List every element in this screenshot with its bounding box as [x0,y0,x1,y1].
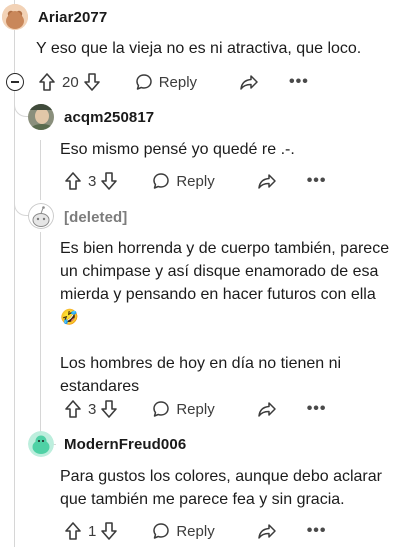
more-options-icon[interactable]: ••• [307,400,327,418]
comment-actions: 1 Reply ••• [64,519,327,543]
share-icon[interactable] [257,172,277,190]
comment-actions: 3 Reply ••• [64,169,327,193]
upvote-icon[interactable] [38,72,56,92]
more-options-icon[interactable]: ••• [307,522,327,540]
comment-author[interactable]: Ariar2077 [38,9,107,26]
share-icon[interactable] [239,73,259,91]
green-avatar-icon[interactable] [28,431,54,457]
share-icon[interactable] [257,522,277,540]
reply-button[interactable]: Reply [152,172,215,190]
comment-bubble-icon [153,401,170,417]
downvote-icon[interactable] [83,72,101,92]
photo-avatar-icon[interactable] [28,104,54,130]
brown-avatar-icon[interactable] [2,4,28,30]
upvote-icon[interactable] [64,171,82,191]
more-options-icon[interactable]: ••• [289,73,309,91]
comment-body: Es bien horrenda y de cuerpo también, pa… [60,240,390,395]
reply-label: Reply [158,73,198,91]
thread-line-level2 [40,232,41,426]
comment-author[interactable]: acqm250817 [64,109,154,126]
reply-label: Reply [176,522,215,540]
upvote-icon[interactable] [64,521,82,541]
reply-button[interactable]: Reply [152,400,215,418]
comment-body: Y eso que la vieja no es ni atractiva, q… [36,40,362,57]
comment-bubble-icon [153,173,170,189]
comment-body: Eso mismo pensé yo quedé re .-. [60,141,295,158]
comment-author: [deleted] [64,209,128,226]
thread-line-level1 [40,140,41,200]
upvote-icon[interactable] [64,399,82,419]
share-icon[interactable] [257,400,277,418]
reply-button[interactable]: Reply [135,73,197,91]
vote-count: 20 [62,73,79,91]
reply-button[interactable]: Reply [152,522,215,540]
downvote-icon[interactable] [100,171,118,191]
more-options-icon[interactable]: ••• [307,172,327,190]
comment-bubble-icon [153,523,170,539]
comment-actions: 20 Reply ••• [38,70,309,94]
comment-bubble-icon [135,74,152,90]
vote-count: 3 [88,172,97,190]
comment-actions: 3 Reply ••• [64,397,327,421]
reply-label: Reply [176,400,215,418]
vote-count: 3 [88,400,97,418]
downvote-icon[interactable] [100,521,118,541]
deleted-avatar-icon [28,203,54,229]
comment-author[interactable]: ModernFreud006 [64,436,186,453]
comment-body: Para gustos los colores, aunque debo acl… [60,468,382,508]
reply-label: Reply [176,172,215,190]
collapse-thread-button[interactable] [6,73,24,91]
downvote-icon[interactable] [100,399,118,419]
vote-count: 1 [88,522,97,540]
